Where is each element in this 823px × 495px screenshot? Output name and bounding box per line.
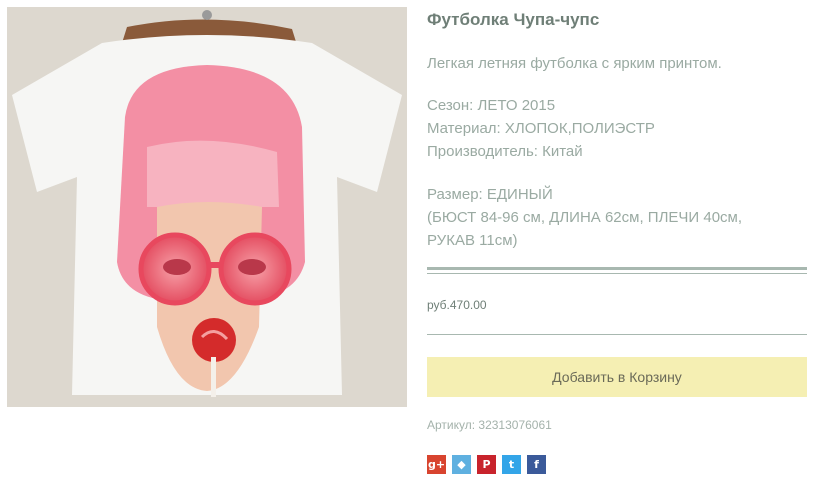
google-plus-icon[interactable]: g+ [427, 455, 446, 474]
pinterest-icon[interactable]: P [477, 455, 496, 474]
add-to-cart-button[interactable]: Добавить в Корзину [427, 357, 807, 397]
size-line: (БЮСТ 84-96 см, ДЛИНА 62см, ПЛЕЧИ 40см, [427, 209, 743, 226]
product-specs: Сезон: ЛЕТО 2015 Материал: ХЛОПОК,ПОЛИЭС… [427, 94, 807, 163]
tshirt-illustration [7, 7, 407, 407]
size-line: Размер: ЕДИНЫЙ [427, 186, 553, 203]
spec-material: Материал: ХЛОПОК,ПОЛИЭСТР [427, 120, 655, 137]
mail-ru-icon[interactable]: ◆ [452, 455, 471, 474]
product-size: Размер: ЕДИНЫЙ (БЮСТ 84-96 см, ДЛИНА 62с… [427, 183, 807, 252]
twitter-icon[interactable]: t [502, 455, 521, 474]
product-description: Легкая летняя футболка с ярким принтом. [427, 55, 722, 72]
spec-manufacturer: Производитель: Китай [427, 143, 583, 160]
product-details: Футболка Чупа-чупс Легкая летняя футболк… [427, 8, 807, 252]
product-title: Футболка Чупа-чупс [427, 10, 600, 29]
divider [427, 334, 807, 335]
divider [427, 267, 807, 274]
share-buttons: g+ ◆ P t f [427, 455, 546, 474]
spec-season: Сезон: ЛЕТО 2015 [427, 97, 556, 114]
product-sku: Артикул: 32313076061 [427, 418, 552, 432]
product-price: руб.470.00 [427, 298, 487, 312]
facebook-icon[interactable]: f [527, 455, 546, 474]
size-line: РУКАВ 11см) [427, 232, 518, 249]
product-image[interactable] [7, 7, 407, 407]
